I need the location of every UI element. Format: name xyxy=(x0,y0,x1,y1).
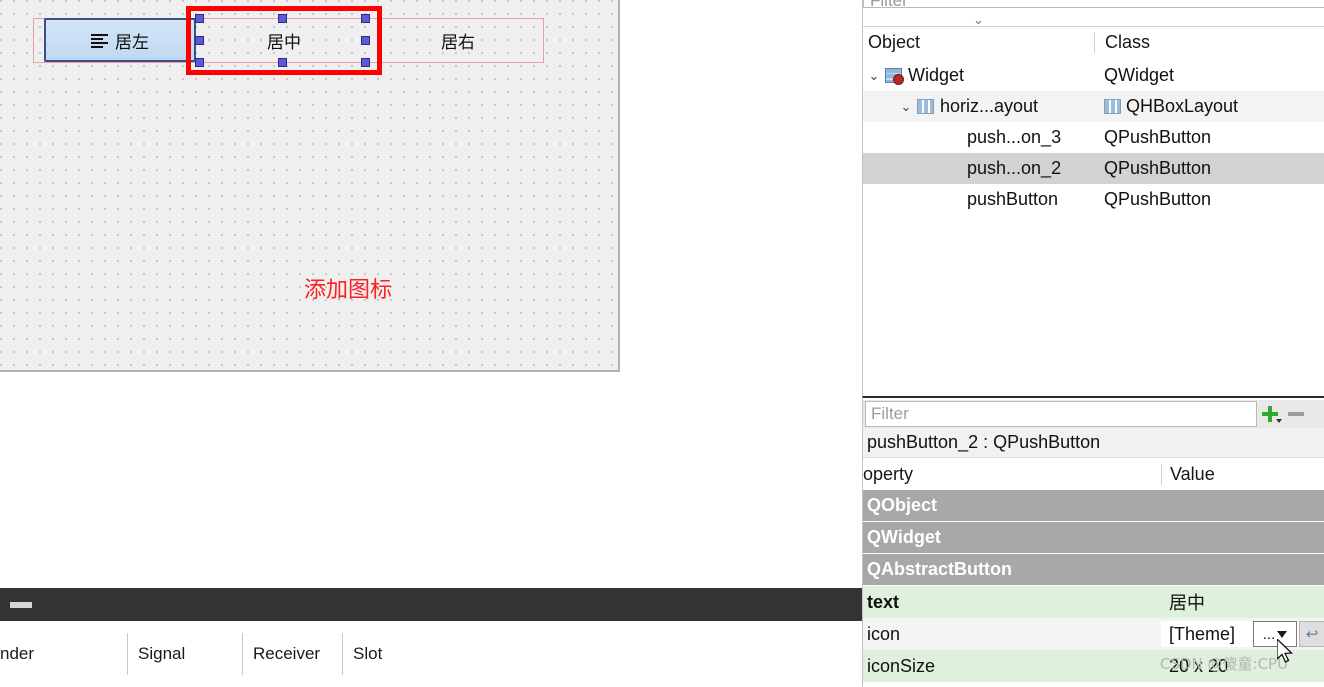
property-row-text-value[interactable]: 居中 xyxy=(1161,589,1324,615)
window-minimize-handle[interactable] xyxy=(10,602,32,608)
tree-row-class: QPushButton xyxy=(1104,158,1212,178)
tree-row-class: QPushButton xyxy=(1104,189,1212,209)
canvas-button-right[interactable]: 居右 xyxy=(372,18,544,63)
tree-row-class: QWidget xyxy=(1104,65,1175,85)
hbox-layout-icon xyxy=(1104,99,1121,114)
tree-row[interactable]: pushButton QPushButton xyxy=(863,184,1324,215)
tree-row-object: pushButton xyxy=(967,189,1059,209)
property-group-qwidget[interactable]: QWidget xyxy=(863,522,1324,554)
design-canvas-area: 居左 居中 居右 添加图标 xyxy=(0,0,862,588)
tree-row[interactable]: push...on_3 QPushButton xyxy=(863,122,1324,153)
reset-arrow-icon[interactable]: ↩ xyxy=(1299,621,1324,647)
property-row-iconsize-name: iconSize xyxy=(867,655,936,676)
column-header-value[interactable]: Value xyxy=(1161,463,1324,485)
qt-designer-window: 居左 居中 居右 添加图标 ⌄ xyxy=(0,0,1324,687)
object-inspector-filter-input[interactable]: Filter xyxy=(863,0,1324,8)
property-editor-panel: Filter pushButton_2 : QPushButton operty… xyxy=(862,396,1324,687)
signal-slot-titlebar xyxy=(0,588,862,621)
icon-edit-button[interactable]: ... xyxy=(1253,621,1297,647)
object-inspector-column-headers: Object Class xyxy=(863,26,1324,58)
property-column-headers: operty Value xyxy=(863,458,1324,490)
property-editor-toolbar: Filter xyxy=(863,400,1324,428)
widget-icon xyxy=(885,68,904,85)
chevron-down-icon[interactable]: ⌄ xyxy=(899,99,913,115)
tree-row-selected[interactable]: push...on_2 QPushButton xyxy=(863,153,1324,184)
canvas-button-right-label: 居右 xyxy=(441,33,475,53)
signal-slot-editor: ⌄ nder Signal Receiver Slot xyxy=(0,588,862,687)
tree-row-class: QPushButton xyxy=(1104,127,1212,147)
property-group-qobject[interactable]: QObject xyxy=(863,490,1324,522)
property-filter-input[interactable]: Filter xyxy=(865,401,1257,427)
object-inspector-panel: Filter ⌄ Object Class ⌄ Widget QWidget xyxy=(862,0,1324,396)
chevron-down-icon[interactable]: ⌄ xyxy=(867,68,881,84)
column-header-property[interactable]: operty xyxy=(863,464,1161,485)
tree-row-object: horiz...ayout xyxy=(940,96,1039,116)
property-rows: QObject QWidget QAbstractButton text 居中 … xyxy=(863,490,1324,682)
tree-row-object: push...on_3 xyxy=(967,127,1062,147)
tree-row[interactable]: ⌄ horiz...ayout QHBoxLayout xyxy=(863,91,1324,122)
align-justify-icon xyxy=(91,33,108,48)
tree-row-object: Widget xyxy=(908,65,965,85)
property-row-text-name: text xyxy=(867,591,900,612)
remove-property-button[interactable] xyxy=(1283,401,1309,427)
property-group-qabstractbutton[interactable]: QAbstractButton xyxy=(863,554,1324,586)
canvas-button-left[interactable]: 居左 xyxy=(44,18,196,62)
icon-edit-button-label: ... xyxy=(1262,625,1276,643)
hbox-layout-icon xyxy=(917,99,934,114)
signal-slot-column-slot[interactable]: Slot xyxy=(343,633,423,675)
property-row-icon-value: [Theme] xyxy=(1169,623,1236,644)
property-row-icon[interactable]: icon [Theme] ... ↩ xyxy=(863,618,1324,650)
signal-slot-column-sender[interactable]: nder xyxy=(0,633,128,675)
property-row-text[interactable]: text 居中 xyxy=(863,586,1324,618)
add-property-button[interactable] xyxy=(1257,401,1283,427)
column-header-object[interactable]: Object xyxy=(863,32,1094,53)
highlight-box-center-button xyxy=(186,6,382,75)
plus-icon xyxy=(1262,406,1282,423)
signal-slot-column-signal[interactable]: Signal xyxy=(128,633,243,675)
tree-row[interactable]: ⌄ Widget QWidget xyxy=(863,60,1324,91)
tree-row-class: QHBoxLayout xyxy=(1126,96,1239,116)
object-tree: ⌄ Widget QWidget ⌄ horiz...ayout QHBoxLa… xyxy=(863,60,1324,215)
property-editor-object-label: pushButton_2 : QPushButton xyxy=(863,428,1324,458)
property-row-iconsize-value[interactable]: 20 x 20 xyxy=(1161,656,1324,677)
chevron-down-icon[interactable] xyxy=(1277,630,1288,638)
tree-row-object: push...on_2 xyxy=(967,158,1062,178)
canvas-button-left-label: 居左 xyxy=(115,32,149,53)
property-row-iconsize[interactable]: iconSize 20 x 20 xyxy=(863,650,1324,682)
property-row-icon-name: icon xyxy=(867,623,901,644)
signal-slot-column-headers: nder Signal Receiver Slot xyxy=(0,621,862,687)
signal-slot-column-receiver[interactable]: Receiver xyxy=(243,633,343,675)
column-header-class[interactable]: Class xyxy=(1094,32,1324,53)
minus-icon xyxy=(1288,412,1304,416)
annotation-add-icon-text: 添加图标 xyxy=(304,278,393,303)
